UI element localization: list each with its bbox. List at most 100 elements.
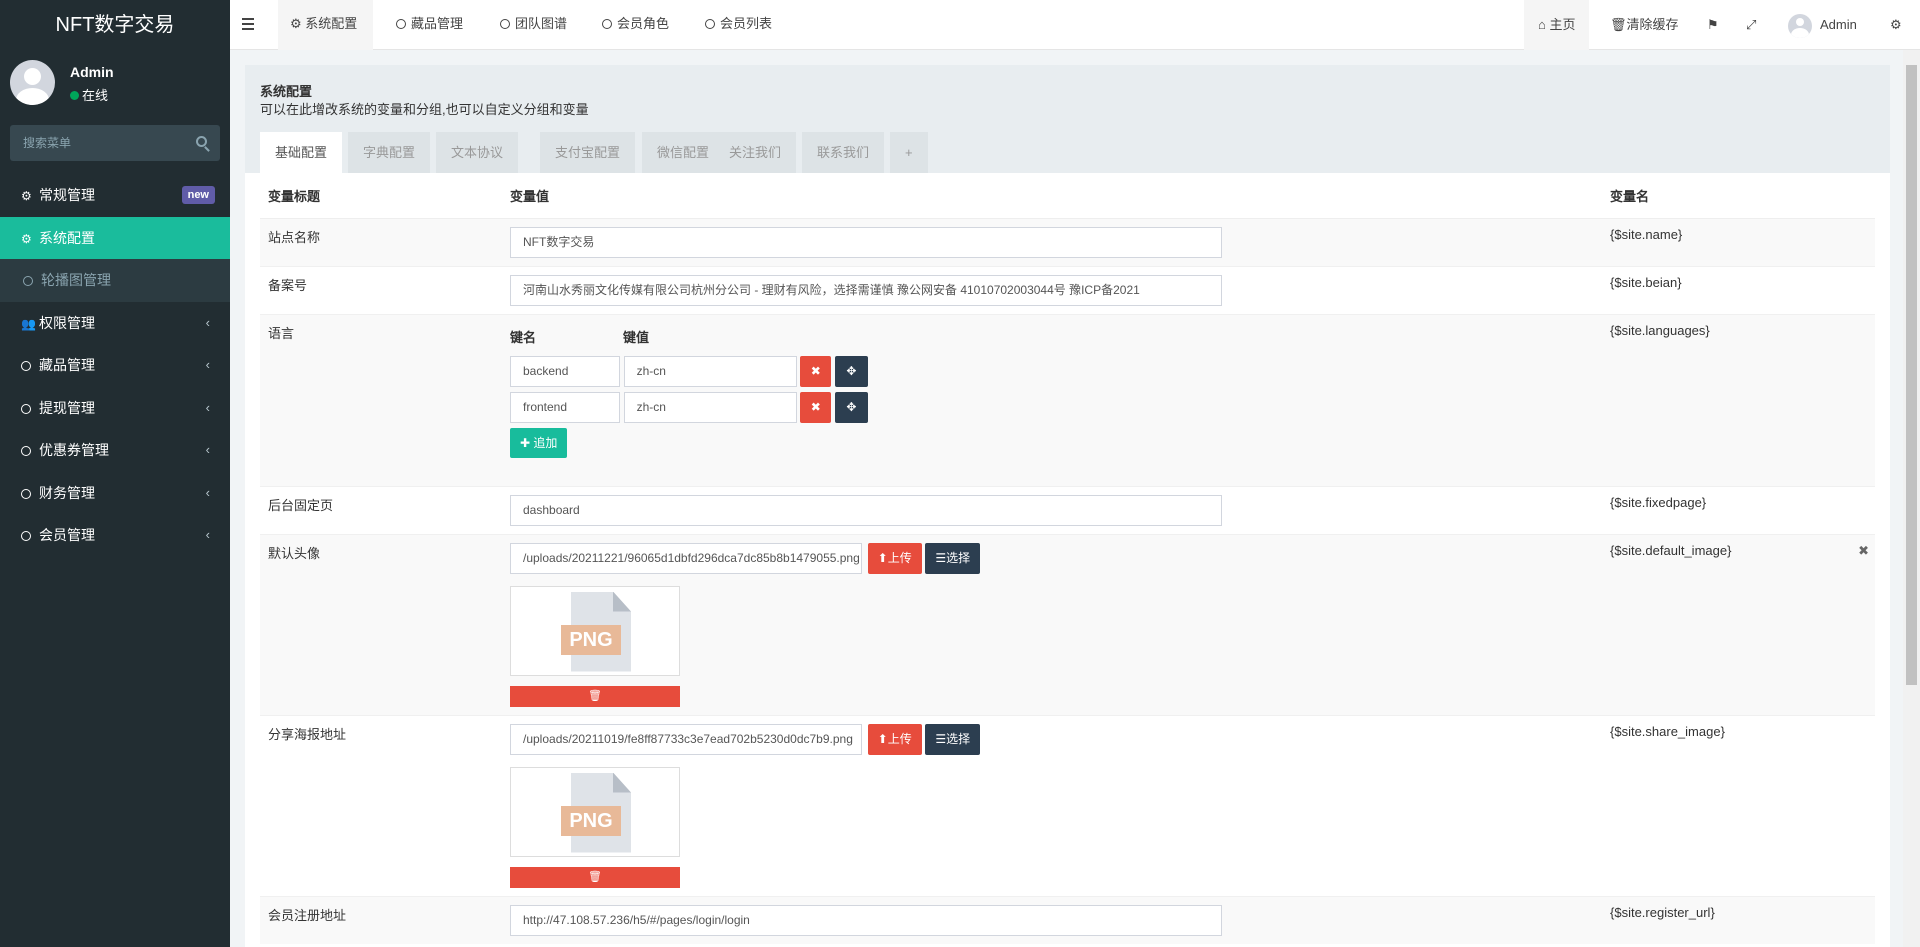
sidebar-item-label: 常规管理 [39,187,95,203]
new-badge: new [181,186,215,204]
language-value-input[interactable]: zh-cn [623,355,797,387]
table-row: 语言 键名 键值 backend zh-cn ✖ ✥ frontend zh-cn… [260,313,1875,486]
config-table: 变量标题 变量值 变量名 站点名称 NFT数字交易 {$site.name} 备… [260,173,1875,944]
language-value-input[interactable]: zh-cn [623,391,797,423]
cogs-icon: ⚙ [21,189,32,203]
tab-contact-us[interactable]: 联系我们 [802,132,885,173]
home-link[interactable]: ⌂ 主页 [1524,0,1590,50]
scrollbar[interactable] [1903,50,1920,947]
upload-button[interactable]: ⬆上传 [867,542,922,574]
avatar [1788,13,1812,38]
menu-toggle-icon[interactable] [242,18,254,30]
sidebar-item-general[interactable]: ⚙ 常规管理 new [0,174,230,217]
search-input[interactable] [10,125,180,161]
home-label: 主页 [1549,17,1576,32]
tab-system-config[interactable]: ⚙ 系统配置 [278,0,374,50]
delete-image-button[interactable]: 🗑 [510,685,680,707]
scrollbar-thumb[interactable] [1906,65,1917,685]
language-key-input[interactable]: backend [510,355,620,387]
row-var-name: {$site.beian} [1602,265,1875,314]
main-content: 系统配置 可以在此增改系统的变量和分组,也可以自定义分组和变量 基础配置 字典配… [245,65,1890,947]
default-image-input[interactable]: /uploads/20211221/96065d1dbfd296dca7dc85… [510,542,862,574]
sidebar-item-label: 藏品管理 [39,357,95,373]
search-icon[interactable] [196,136,207,147]
sidebar-item-banner[interactable]: 轮播图管理 [0,259,230,302]
tab-label: 系统配置 [305,16,358,31]
tab-label: 团队图谱 [515,16,568,31]
tab-member-role[interactable]: 会员角色 [602,0,669,50]
delete-image-button[interactable]: 🗑 [510,866,680,888]
close-icon: ✖ [810,363,821,378]
table-row: 站点名称 NFT数字交易 {$site.name} [260,217,1875,266]
share-image-input[interactable]: /uploads/20211019/fe8ff87733c3e7ead702b5… [510,723,862,755]
clear-cache-button[interactable]: 🗑清除缓存 [1610,0,1679,50]
file-fold [613,591,631,612]
chevron-left-icon: ‹ [205,314,210,330]
user-status-label: 在线 [82,88,109,103]
sidebar-item-label: 会员管理 [39,527,95,543]
image-preview[interactable]: PNG [510,585,680,676]
page-title: 系统配置 [260,84,313,99]
tab-wechat-config[interactable]: 微信配置 [642,132,725,173]
row-var-name: {$site.share_image} [1602,714,1875,896]
append-button[interactable]: ✚ 追加 [510,427,568,458]
sidebar-item-withdraw[interactable]: 提现管理 ‹ [0,387,230,430]
tab-dictionary-config[interactable]: 字典配置 [348,132,431,173]
chevron-left-icon: ‹ [205,527,210,542]
clear-cache-label: 清除缓存 [1626,17,1679,32]
choose-button[interactable]: ☰选择 [925,723,981,755]
trash-icon: 🗑 [588,870,602,883]
panel-heading: 系统配置 可以在此增改系统的变量和分组,也可以自定义分组和变量 基础配置 字典配… [245,65,1890,173]
remove-row-button[interactable]: ✖ [800,391,832,423]
fullscreen-icon[interactable]: ⤢ [1746,0,1756,50]
tab-follow-us[interactable]: 关注我们 [714,132,797,173]
tab-text-agreement[interactable]: 文本协议 [436,132,519,173]
sidebar-item-label: 提现管理 [39,399,95,416]
sidebar: NFT数字交易 Admin 在线 ⚙ 常规管理 new ⚙ 系统配置 轮播图管理 👥… [0,0,230,947]
circle-icon [21,361,31,371]
app-logo[interactable]: NFT数字交易 [0,0,230,50]
sidebar-item-member[interactable]: 会员管理 ‹ [0,514,230,557]
tab-collection[interactable]: 藏品管理 [396,0,463,50]
remove-row-button[interactable]: ✖ [800,355,832,387]
row-var-name: {$site.name} [1602,217,1875,266]
circle-icon [23,276,33,286]
row-var-name: {$site.default_image} [1610,542,1732,558]
tab-member-list[interactable]: 会员列表 [705,0,772,50]
tab-basic-config[interactable]: 基础配置 [260,132,343,173]
drag-handle-button[interactable]: ✥ [834,355,868,387]
sidebar-item-collection[interactable]: 藏品管理 ‹ [0,344,230,387]
png-label: PNG [561,805,621,836]
value-header: 键值 [623,329,650,345]
tab-add-group[interactable]: + [890,132,928,173]
sidebar-item-finance[interactable]: 财务管理 ‹ [0,472,230,515]
user-menu[interactable]: Admin [1788,0,1857,50]
upload-button[interactable]: ⬆上传 [867,723,922,755]
beian-input[interactable]: 河南山水秀丽文化传媒有限公司杭州分公司 - 理财有风险，选择需谨慎 豫公网安备 … [510,274,1222,306]
site-name-input[interactable]: NFT数字交易 [510,226,1222,258]
sidebar-item-coupon[interactable]: 优惠券管理 ‹ [0,429,230,472]
list-icon: ☰ [935,731,947,746]
table-row: 备案号 河南山水秀丽文化传媒有限公司杭州分公司 - 理财有风险，选择需谨慎 豫公… [260,265,1875,314]
language-icon[interactable]: ⚑ [1707,0,1719,50]
choose-button[interactable]: ☰选择 [925,542,981,574]
register-url-input[interactable]: http://47.108.57.236/h5/#/pages/login/lo… [510,904,1222,936]
tab-team-graph[interactable]: 团队图谱 [500,0,567,50]
fixedpage-input[interactable]: dashboard [510,494,1222,526]
tab-label: 会员角色 [617,16,670,31]
tab-alipay-config[interactable]: 支付宝配置 [540,132,636,173]
choose-label: 选择 [946,550,971,565]
language-key-input[interactable]: frontend [510,391,620,423]
chevron-left-icon: ‹ [205,442,210,457]
sidebar-item-system-config[interactable]: ⚙ 系统配置 [0,216,230,259]
settings-gear-icon[interactable]: ⚙ [1890,0,1902,50]
circle-icon [500,19,510,29]
image-preview[interactable]: PNG [510,766,680,857]
table-row: 默认头像 /uploads/20211221/96065d1dbfd296dca… [260,533,1875,715]
sidebar-item-permission[interactable]: 👥 权限管理 ‹ [0,302,230,345]
circle-icon [21,531,31,541]
close-icon[interactable]: ✖ [1858,543,1869,559]
user-panel: Admin 在线 [0,50,230,116]
column-header-name: 变量名 [1602,173,1875,219]
drag-handle-button[interactable]: ✥ [834,391,868,423]
